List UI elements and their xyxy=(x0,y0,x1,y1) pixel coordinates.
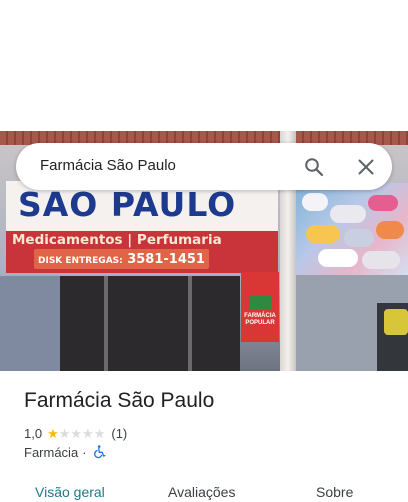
search-input[interactable]: Farmácia São Paulo xyxy=(40,157,176,174)
farmacia-popular-label: FARMÁCIA POPULAR xyxy=(244,313,276,326)
star-empty-icon: ★ xyxy=(70,425,83,441)
storefront-entrance xyxy=(60,276,240,371)
rating-value: 1,0 xyxy=(24,425,43,441)
search-icon[interactable] xyxy=(304,157,324,177)
pill xyxy=(368,195,398,211)
store-sign-delivery-label: DISK ENTREGAS: xyxy=(38,256,123,266)
category-row: Farmácia · xyxy=(24,444,106,460)
star-empty-icon: ★ xyxy=(58,425,71,441)
star-filled-icon: ★ xyxy=(47,425,59,441)
pills-poster xyxy=(296,183,408,275)
door-frame xyxy=(188,276,192,371)
store-sign-subtitle: Medicamentos | Perfumaria xyxy=(12,232,222,248)
wheelchair-icon xyxy=(93,445,105,459)
neighbor-sign xyxy=(384,309,408,335)
tab-overview[interactable]: Visão geral xyxy=(35,484,105,500)
pill xyxy=(330,205,366,223)
pill xyxy=(376,221,404,239)
close-icon[interactable] xyxy=(356,157,376,177)
farmacia-popular-flag xyxy=(249,295,271,309)
place-page: SAO PAULO Medicamentos | Perfumaria DISK… xyxy=(0,0,408,502)
search-bar[interactable]: Farmácia São Paulo xyxy=(16,143,392,190)
store-sign-delivery-phone: 3581-1451 xyxy=(127,252,205,267)
star-empty-icon: ★ xyxy=(93,425,106,441)
wall xyxy=(0,276,60,371)
door-frame xyxy=(104,276,108,371)
place-title: Farmácia São Paulo xyxy=(24,389,215,412)
rating-stars: ★ ★ ★ ★ ★ xyxy=(47,427,105,440)
tab-reviews[interactable]: Avaliações xyxy=(168,484,235,500)
tab-about[interactable]: Sobre xyxy=(316,484,353,500)
store-sign-name: SAO PAULO xyxy=(18,185,237,224)
star-empty-icon: ★ xyxy=(82,425,94,441)
separator-dot: · xyxy=(82,444,87,460)
pill xyxy=(344,229,374,247)
pill xyxy=(302,193,328,211)
store-sign-delivery: DISK ENTREGAS: 3581-1451 xyxy=(34,249,209,269)
pill xyxy=(362,251,400,269)
pill xyxy=(306,225,340,243)
review-count: (1) xyxy=(111,425,128,441)
place-category: Farmácia xyxy=(24,444,79,460)
pill xyxy=(318,249,358,267)
place-tabs: Visão geral Avaliações Sobre xyxy=(0,478,408,502)
rating-row[interactable]: 1,0 ★ ★ ★ ★ ★ (1) xyxy=(24,425,127,441)
